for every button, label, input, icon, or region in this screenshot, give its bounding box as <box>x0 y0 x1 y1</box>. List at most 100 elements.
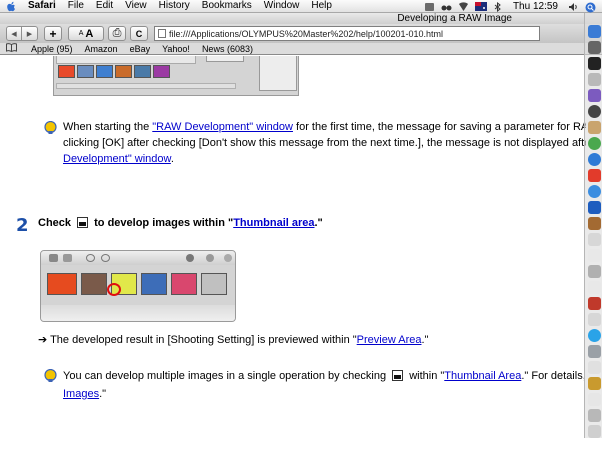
script-menu-icon[interactable] <box>424 2 435 12</box>
binoculars-icon[interactable] <box>441 2 452 12</box>
menu-bar: Safari File Edit View History Bookmarks … <box>0 0 602 13</box>
dock-app-icon[interactable] <box>588 201 601 214</box>
dock-app-icon[interactable] <box>588 361 601 374</box>
development-window-link[interactable]: Development" window <box>63 153 171 165</box>
dock-finder-icon[interactable] <box>588 25 601 38</box>
step-text-mid: to develop images within " <box>91 217 234 229</box>
dock-skype-icon[interactable] <box>588 329 601 342</box>
lightbulb-icon <box>44 120 57 135</box>
images-link[interactable]: Images <box>63 388 99 400</box>
menu-app-safari[interactable]: Safari <box>28 0 56 12</box>
dock-app-icon[interactable] <box>588 281 601 294</box>
dock-app-icon[interactable] <box>588 265 601 278</box>
dock-itunes-icon[interactable] <box>588 137 601 150</box>
address-url: file:///Applications/OLYMPUS%20Master%20… <box>169 28 443 39</box>
note1-text-cont: for the first time, the message for savi… <box>292 121 586 133</box>
note2-text-post: ." For details, refer <box>521 370 586 382</box>
bookmark-amazon[interactable]: Amazon <box>85 44 118 54</box>
text-size-button[interactable]: A A <box>68 26 104 41</box>
dock-ical-icon[interactable] <box>588 169 601 182</box>
apple-menu-icon[interactable] <box>6 1 20 12</box>
preview-area-link[interactable]: Preview Area <box>357 334 422 346</box>
dock-app-icon[interactable] <box>588 393 601 406</box>
menu-view[interactable]: View <box>125 0 147 12</box>
menu-bookmarks[interactable]: Bookmarks <box>202 0 252 12</box>
add-bookmark-button[interactable]: + <box>44 26 62 41</box>
note-first-start-line3: Development" window. <box>63 151 174 167</box>
menu-history[interactable]: History <box>159 0 190 12</box>
dock-app-icon[interactable] <box>588 345 601 358</box>
dock-address-book-icon[interactable] <box>588 121 601 134</box>
dock-dashboard-icon[interactable] <box>588 41 601 54</box>
web-content[interactable]: When starting the "RAW Development" wind… <box>0 56 586 452</box>
airport-icon[interactable] <box>458 1 469 12</box>
dock-app-icon[interactable] <box>588 377 601 390</box>
note-multiple-images-line2: Images." <box>63 386 106 402</box>
step-number: 2 <box>16 215 29 236</box>
dock-app-icon[interactable] <box>588 249 601 262</box>
dock-system-icon[interactable] <box>588 153 601 166</box>
bookmark-yahoo[interactable]: Yahoo! <box>162 44 190 54</box>
back-button[interactable]: ◀ <box>6 26 22 41</box>
menu-file[interactable]: File <box>68 0 84 12</box>
dock-trash-icon[interactable] <box>588 425 601 438</box>
volume-icon[interactable] <box>568 2 579 12</box>
result-text: ➔ The developed result in [Shooting Sett… <box>38 334 357 346</box>
printer-icon: ⎙ <box>112 27 122 39</box>
thumbnail-area-screenshot <box>40 250 236 322</box>
menu-help[interactable]: Help <box>311 0 332 12</box>
dock-ichat-icon[interactable] <box>588 233 601 246</box>
step-instruction: Check to develop images within "Thumbnai… <box>38 217 323 229</box>
bookmarks-bar: Apple (95) Amazon eBay Yahoo! News (6083… <box>0 43 602 55</box>
menu-clock[interactable]: Thu 12:59 <box>513 1 558 12</box>
back-arrow-icon: ◀ <box>11 30 17 38</box>
window-title-bar: Developing a RAW Image <box>0 13 602 24</box>
menu-window[interactable]: Window <box>264 0 300 12</box>
bluetooth-icon[interactable] <box>492 1 503 12</box>
print-button[interactable]: ⎙ <box>108 26 126 41</box>
dock-app-icon[interactable] <box>588 409 601 422</box>
note2-text-mid: within " <box>406 370 445 382</box>
note1-end: . <box>170 153 174 165</box>
bookmark-ebay[interactable]: eBay <box>130 44 151 54</box>
note-multiple-images: You can develop multiple images in a sin… <box>63 368 586 384</box>
raw-development-window-link[interactable]: "RAW Development" window <box>152 121 293 133</box>
raw-development-window-screenshot <box>53 56 299 96</box>
thumbnail-area-link-2[interactable]: Thumbnail Area <box>444 370 521 382</box>
menu-edit[interactable]: Edit <box>96 0 113 12</box>
spotlight-icon[interactable] <box>585 2 596 12</box>
dock-safari-icon[interactable] <box>588 185 601 198</box>
note2-text: You can develop multiple images in a sin… <box>63 370 390 382</box>
note1-text: When starting the <box>63 121 153 133</box>
bookmark-apple[interactable]: Apple (95) <box>31 44 73 54</box>
dock-app-icon[interactable] <box>588 313 601 326</box>
dock-preview-icon[interactable] <box>588 73 601 86</box>
dock-dvd-icon[interactable] <box>588 105 601 118</box>
browser-toolbar: ◀ ▶ + A A ⎙ C file:///Applications/OLYMP… <box>0 24 602 43</box>
text-smaller-icon: A <box>78 30 84 37</box>
dock-mail-icon[interactable] <box>588 217 601 230</box>
window-title: Developing a RAW Image <box>397 13 512 24</box>
thumbnail-area-link[interactable]: Thumbnail area <box>233 217 314 229</box>
step-text-pre: Check <box>38 217 75 229</box>
develop-check-icon <box>392 370 404 381</box>
dock-app-icon[interactable] <box>588 89 601 102</box>
lightbulb-icon <box>44 368 57 383</box>
result-text-end: ." <box>421 334 429 346</box>
book-icon[interactable] <box>6 43 17 54</box>
bookmark-news[interactable]: News (6083) <box>202 44 253 54</box>
forward-button[interactable]: ▶ <box>22 26 38 41</box>
reload-icon: C <box>135 28 143 39</box>
menu-extras: Thu 12:59 <box>424 0 596 13</box>
note-first-start-line2: clicking [OK] after checking [Don't show… <box>63 137 586 149</box>
dock-app-icon[interactable] <box>588 297 601 310</box>
step-text-post: ." <box>314 217 323 229</box>
dock-terminal-icon[interactable] <box>588 57 601 70</box>
note2-end: ." <box>99 388 107 400</box>
reload-button[interactable]: C <box>130 26 148 41</box>
address-field[interactable]: file:///Applications/OLYMPUS%20Master%20… <box>154 26 540 41</box>
flag-icon[interactable] <box>474 1 487 12</box>
page-icon <box>158 29 166 38</box>
result-line: ➔ The developed result in [Shooting Sett… <box>38 332 428 348</box>
forward-arrow-icon: ▶ <box>26 30 33 38</box>
